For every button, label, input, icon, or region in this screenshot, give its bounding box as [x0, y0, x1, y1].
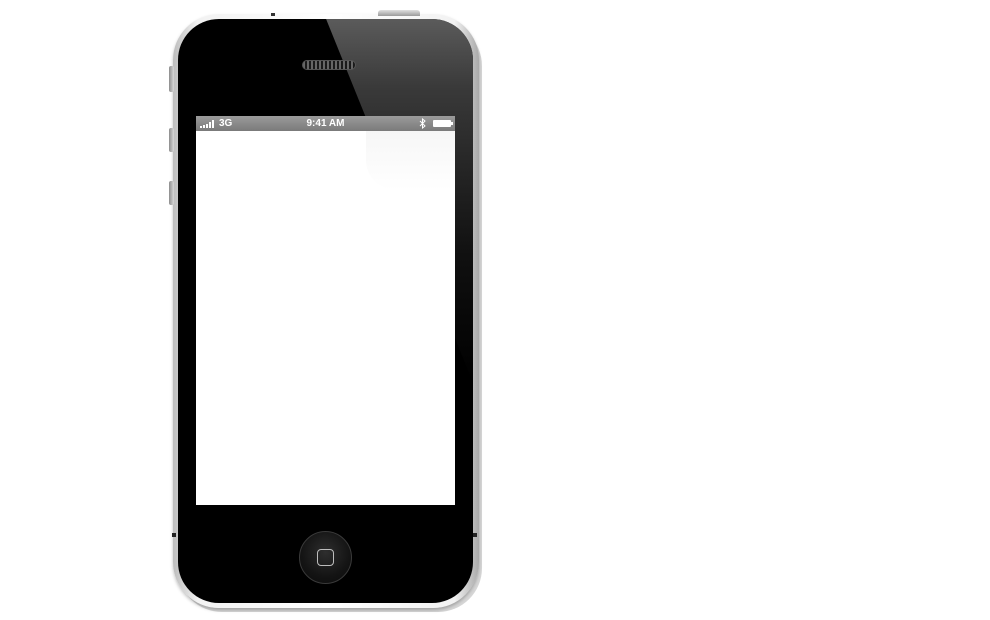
- status-bar: 3G 9:41 AM: [196, 116, 455, 131]
- screen-reflection: [366, 130, 455, 190]
- volume-down-button[interactable]: [169, 181, 174, 205]
- volume-up-button[interactable]: [169, 128, 174, 152]
- home-square-icon: [317, 549, 334, 566]
- phone-screen[interactable]: 3G 9:41 AM: [196, 116, 455, 505]
- band-gap-right: [473, 533, 477, 537]
- speaker-grille-icon: [302, 60, 356, 70]
- sleep-wake-button[interactable]: [378, 10, 420, 16]
- band-notch-top: [271, 13, 275, 16]
- bluetooth-icon: [419, 118, 426, 129]
- battery-tip: [451, 122, 453, 125]
- home-button[interactable]: [299, 531, 352, 584]
- status-time: 9:41 AM: [306, 118, 345, 129]
- mute-switch[interactable]: [169, 66, 174, 92]
- band-gap-left: [172, 533, 176, 537]
- battery-icon: [433, 120, 451, 127]
- stage: 3G 9:41 AM: [0, 0, 990, 620]
